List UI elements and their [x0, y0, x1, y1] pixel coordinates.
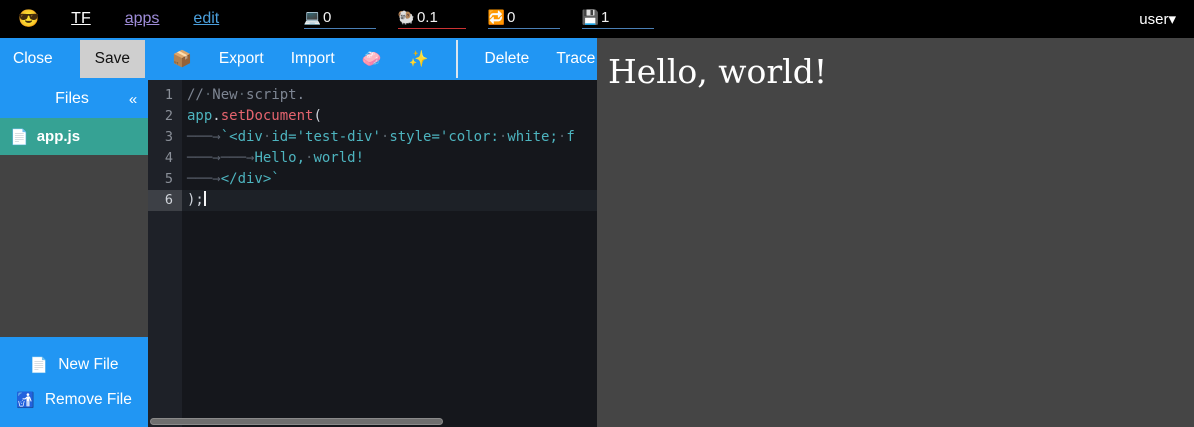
file-name: app.js: [37, 128, 80, 145]
code-token: `<div: [221, 129, 263, 145]
soap-icon[interactable]: 🧼: [362, 49, 382, 69]
files-header: Files «: [0, 80, 148, 118]
import-button[interactable]: Import: [291, 50, 335, 68]
metric-repeat[interactable]: 🔁 0: [488, 9, 560, 29]
metric-repeat-value: 0: [507, 9, 515, 26]
code-token: ·: [238, 87, 246, 103]
editor-toolbar: Close Save 📦 Export Import 🧼 ✨ Delete Tr…: [0, 38, 597, 80]
code-token: ───→: [187, 171, 221, 187]
close-button[interactable]: Close: [13, 50, 53, 68]
text-cursor: [204, 191, 206, 206]
metric-cpu-value: 0: [323, 9, 331, 26]
line-number[interactable]: 6: [148, 190, 182, 211]
horizontal-scrollbar[interactable]: [150, 418, 443, 425]
app-window: 😎 TF apps edit 🎛 💻 0 🐏 0.1 🔁 0 💾 1 user▾: [0, 0, 1194, 427]
files-title: Files: [0, 90, 118, 108]
document-icon: 📄: [10, 128, 29, 146]
code-line[interactable]: ───→</div>`: [182, 169, 597, 190]
nav-link-tf[interactable]: TF: [71, 10, 91, 28]
code-token: //: [187, 87, 204, 103]
line-number[interactable]: 5: [148, 169, 182, 190]
line-number[interactable]: 4: [148, 148, 182, 169]
code-line[interactable]: );: [182, 190, 597, 211]
code-token: .: [212, 108, 220, 124]
code-token: setDocument: [221, 108, 314, 124]
line-number[interactable]: 3: [148, 127, 182, 148]
user-menu-button[interactable]: user▾: [1139, 10, 1176, 28]
line-number[interactable]: 1: [148, 85, 182, 106]
package-icon[interactable]: 📦: [172, 49, 192, 69]
metric-saves[interactable]: 💾 1: [582, 9, 654, 29]
code-token: Hello,: [254, 150, 305, 166]
nav-link-edit[interactable]: edit: [193, 10, 219, 28]
code-token: world!: [313, 150, 364, 166]
trace-button[interactable]: Trace: [556, 50, 595, 68]
top-menu-bar: 😎 TF apps edit 🎛 💻 0 🐏 0.1 🔁 0 💾 1 user▾: [0, 0, 1194, 38]
nav-link-apps[interactable]: apps: [125, 10, 160, 28]
code-token: script.: [246, 87, 305, 103]
repeat-icon: 🔁: [488, 9, 505, 26]
delete-button[interactable]: Delete: [485, 50, 530, 68]
control-knobs-icon[interactable]: 🎛: [253, 9, 273, 29]
litter-bin-icon: 🚮: [16, 391, 35, 409]
code-token: ───→: [187, 129, 221, 145]
new-file-icon: 📄: [30, 356, 49, 374]
code-lines[interactable]: //·New·script.app.setDocument(───→`<div·…: [182, 80, 597, 427]
code-line[interactable]: ───→───→Hello,·world!: [182, 148, 597, 169]
metric-saves-value: 1: [601, 9, 609, 26]
status-metrics: 💻 0 🐏 0.1 🔁 0 💾 1: [304, 9, 654, 29]
code-token: (: [313, 108, 321, 124]
code-token: </div>`: [221, 171, 280, 187]
preview-text: Hello, world!: [597, 38, 1194, 91]
smiley-logo-icon: 😎: [18, 9, 39, 29]
code-token: style='color:: [389, 129, 499, 145]
sidebar-filler: [0, 155, 148, 337]
code-token: id='test-div': [271, 129, 381, 145]
code-line[interactable]: ───→`<div·id='test-div'·style='color:·wh…: [182, 127, 597, 148]
export-button[interactable]: Export: [219, 50, 264, 68]
files-sidebar: Files « 📄 app.js 📄 New File 🚮 Remove Fil…: [0, 80, 148, 427]
laptop-icon: 💻: [304, 9, 321, 26]
metric-cpu[interactable]: 💻 0: [304, 9, 376, 29]
new-file-label: New File: [58, 356, 118, 374]
empty-box-button[interactable]: [456, 40, 458, 78]
code-token: app: [187, 108, 212, 124]
collapse-sidebar-button[interactable]: «: [118, 91, 148, 108]
gutter[interactable]: 123456: [148, 80, 182, 427]
sidebar-footer: 📄 New File 🚮 Remove File: [0, 337, 148, 427]
remove-file-label: Remove File: [45, 391, 132, 409]
code-token: white;: [507, 129, 558, 145]
code-editor[interactable]: 123456 //·New·script.app.setDocument(───…: [148, 80, 597, 427]
floppy-disk-icon: 💾: [582, 9, 599, 26]
sparkles-icon[interactable]: ✨: [409, 49, 429, 69]
file-item-appjs[interactable]: 📄 app.js: [0, 118, 148, 155]
save-button[interactable]: Save: [80, 40, 145, 78]
remove-file-button[interactable]: 🚮 Remove File: [0, 384, 148, 415]
code-token: New: [212, 87, 237, 103]
line-number[interactable]: 2: [148, 106, 182, 127]
preview-pane: Hello, world!: [597, 38, 1194, 427]
code-line[interactable]: //·New·script.: [182, 85, 597, 106]
code-line[interactable]: app.setDocument(: [182, 106, 597, 127]
code-token: );: [187, 192, 204, 208]
metric-ram-value: 0.1: [417, 9, 438, 26]
new-file-button[interactable]: 📄 New File: [0, 349, 148, 380]
metric-ram[interactable]: 🐏 0.1: [398, 9, 466, 29]
code-token: f: [566, 129, 574, 145]
ram-icon: 🐏: [398, 9, 415, 26]
code-token: ───→───→: [187, 150, 254, 166]
